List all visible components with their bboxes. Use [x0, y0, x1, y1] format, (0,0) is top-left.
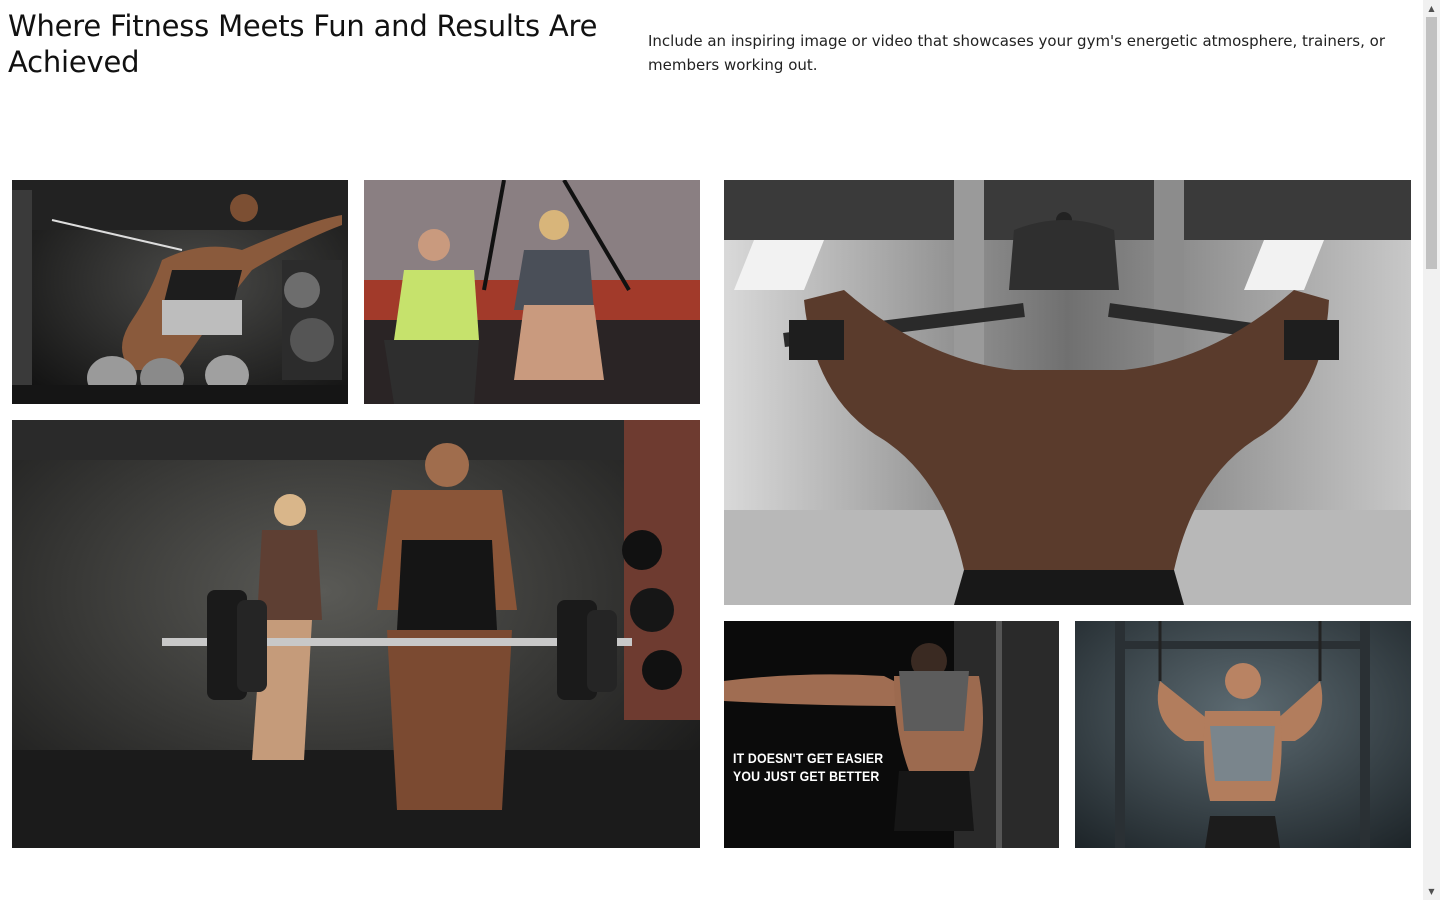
gallery-photo-deadlift	[12, 420, 700, 848]
gallery-photo-lat-pulldown	[724, 180, 1411, 605]
dumbbell-row-image	[12, 180, 348, 404]
hero-headline: Where Fitness Meets Fun and Results Are …	[8, 9, 598, 79]
poster-slogan: IT DOESN'T GET EASIER YOU JUST GET BETTER	[733, 749, 883, 785]
rings-training-image	[1075, 621, 1411, 848]
motivation-poster-image	[724, 621, 1059, 848]
page-scrollbar[interactable]: ▲ ▼	[1423, 0, 1440, 900]
scrollbar-thumb[interactable]	[1426, 17, 1437, 269]
scroll-down-icon[interactable]: ▼	[1423, 883, 1440, 900]
deadlift-image	[12, 420, 700, 848]
lat-pulldown-image	[724, 180, 1411, 605]
scroll-up-icon[interactable]: ▲	[1423, 0, 1440, 17]
gallery-photo-dumbbell-row	[12, 180, 348, 404]
gallery-photo-motivation-poster: IT DOESN'T GET EASIER YOU JUST GET BETTER	[724, 621, 1059, 848]
gallery-photo-rings-training	[1075, 621, 1411, 848]
page: Where Fitness Meets Fun and Results Are …	[0, 0, 1423, 900]
poster-slogan-line-2: YOU JUST GET BETTER	[733, 768, 880, 784]
suspension-training-image	[364, 180, 700, 404]
gallery-photo-suspension-training	[364, 180, 700, 404]
hero-description: Include an inspiring image or video that…	[648, 32, 1385, 74]
poster-slogan-line-1: IT DOESN'T GET EASIER	[733, 750, 884, 766]
